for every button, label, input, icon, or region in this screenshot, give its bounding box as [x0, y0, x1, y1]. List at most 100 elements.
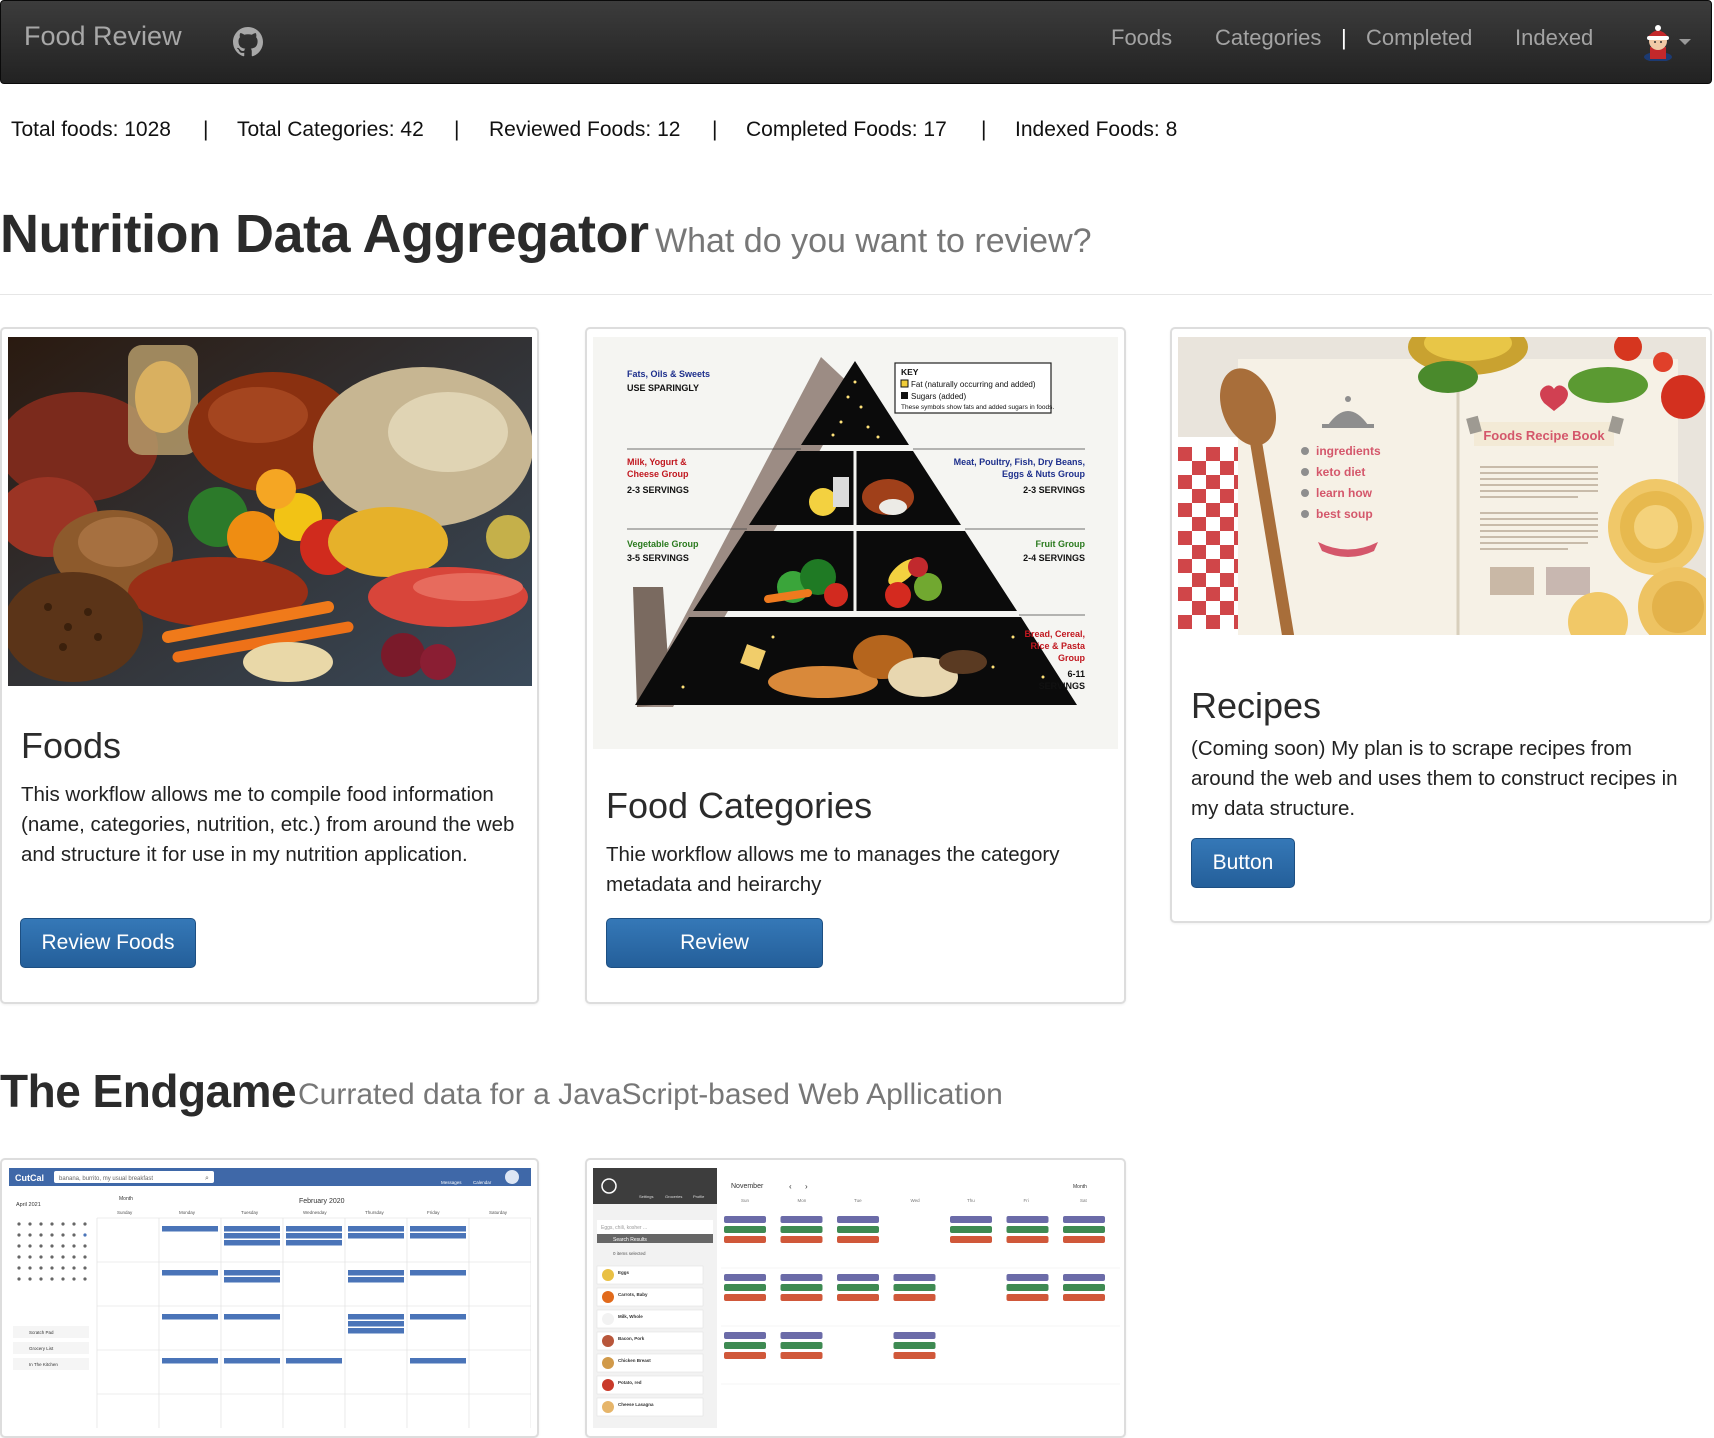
calendar-event — [410, 1233, 466, 1239]
weekday-label: Thu — [967, 1198, 975, 1203]
meal-chip — [837, 1226, 879, 1233]
pyramid-label-bread-3: Group — [1058, 653, 1085, 663]
endgame-subtitle: Currated data for a JavaScript-based Web… — [298, 1078, 1003, 1111]
planner-nav-settings[interactable]: Settings — [639, 1194, 653, 1199]
mini-calendar-day — [72, 1266, 76, 1270]
calendar-event — [348, 1321, 404, 1327]
foods-card: Foods This workflow allows me to compile… — [0, 327, 539, 1004]
mini-calendar-day — [72, 1222, 76, 1226]
meal-chip — [724, 1236, 766, 1243]
meal-chip — [837, 1284, 879, 1291]
chevron-left-icon[interactable]: ‹ — [789, 1182, 792, 1191]
mini-calendar-day — [17, 1266, 21, 1270]
calendar-label[interactable]: Calendar — [473, 1180, 492, 1185]
user-avatar-icon[interactable] — [1641, 23, 1675, 61]
stat-indexed-foods: Indexed Foods: 8 — [1015, 118, 1178, 141]
mini-calendar-day — [83, 1233, 87, 1237]
calendar-event — [286, 1226, 342, 1232]
stat-divider: | — [454, 118, 460, 141]
stat-divider: | — [203, 118, 209, 141]
meal-chip — [724, 1284, 766, 1291]
nav-link-indexed[interactable]: Indexed — [1515, 25, 1593, 51]
view-select[interactable]: Month — [119, 1196, 133, 1202]
meal-chip — [893, 1352, 936, 1359]
calendar-event — [286, 1233, 342, 1239]
search-icon[interactable]: ⌕ — [205, 1175, 209, 1182]
mini-calendar-day — [72, 1233, 76, 1237]
side-item-grocery-list[interactable]: Grocery List — [29, 1346, 54, 1351]
meal-planner-screenshot: Settings Groceries Profile Eggs, chili, … — [593, 1168, 1120, 1428]
calendar-event — [224, 1270, 280, 1276]
chevron-right-icon[interactable]: › — [805, 1182, 808, 1191]
brand-link[interactable]: Food Review — [24, 21, 182, 52]
github-icon[interactable] — [233, 27, 263, 57]
mini-calendar-day — [28, 1244, 32, 1248]
pyramid-key-note: These symbols show fats and added sugars… — [901, 404, 1054, 411]
planner-view-select[interactable]: Month — [1073, 1184, 1087, 1190]
meal-chip — [724, 1342, 766, 1349]
food-thumbnail — [602, 1357, 614, 1369]
mini-calendar-day — [72, 1244, 76, 1248]
side-item-in-the-kitchen[interactable]: In The Kitchen — [29, 1362, 58, 1367]
mini-calendar-day — [50, 1266, 54, 1270]
cutcal-screenshot: CutCal banana, burrito, my usual breakfa… — [9, 1168, 531, 1428]
meal-chip — [1006, 1294, 1049, 1301]
planner-search-input[interactable]: Eggs, chili, kosher ... — [601, 1225, 647, 1231]
review-categories-button[interactable]: Review Categories — [606, 918, 823, 1002]
pyramid-key-title: KEY — [901, 367, 919, 377]
planner-nav-groceries[interactable]: Groceries — [665, 1194, 682, 1199]
meal-planner-screenshot-card: Settings Groceries Profile Eggs, chili, … — [585, 1158, 1126, 1438]
food-name: Chicken Breast — [618, 1358, 651, 1363]
cutcal-search-input[interactable]: banana, burrito, my usual breakfast — [59, 1176, 153, 1182]
messages-label[interactable]: Messages — [441, 1180, 462, 1185]
food-name: Milk, Whole — [618, 1314, 643, 1319]
meal-chip — [893, 1342, 936, 1349]
meal-chip — [780, 1294, 823, 1301]
divider — [0, 294, 1712, 295]
recipes-card-title: Recipes — [1191, 685, 1322, 726]
pyramid-key-sugar: Sugars (added) — [911, 392, 966, 401]
calendar-event — [410, 1226, 466, 1232]
calendar-event — [224, 1226, 280, 1232]
pyramid-serv-vegetable: 3-5 SERVINGS — [627, 553, 689, 563]
meal-chip — [837, 1274, 879, 1281]
mini-calendar-day — [39, 1266, 43, 1270]
mini-calendar-day — [61, 1255, 65, 1259]
side-item-scratch-pad[interactable]: Scratch Pad — [29, 1330, 54, 1335]
nav-link-completed[interactable]: Completed — [1366, 25, 1472, 51]
user-menu-caret-icon[interactable] — [1679, 39, 1691, 45]
nav-link-categories[interactable]: Categories — [1215, 25, 1321, 51]
meal-chip — [1063, 1216, 1105, 1223]
calendar-event — [286, 1240, 342, 1246]
calendar-event — [348, 1226, 404, 1232]
calendar-event — [348, 1314, 404, 1320]
nav-link-foods[interactable]: Foods — [1111, 25, 1172, 51]
mini-calendar-day — [61, 1233, 65, 1237]
pyramid-serv-bread-2: SERVINGS — [1039, 681, 1085, 691]
recipes-card-text: (Coming soon) My plan is to scrape recip… — [1191, 737, 1678, 820]
weekday-label: Monday — [179, 1210, 196, 1215]
endgame-title: The Endgame — [0, 1065, 297, 1117]
recipes-button[interactable]: Button — [1191, 838, 1295, 888]
food-pyramid-image: KEY Fat (naturally occurring and added) … — [593, 337, 1118, 749]
calendar-event — [224, 1314, 280, 1320]
meal-chip — [893, 1274, 936, 1281]
mini-calendar-day — [39, 1233, 43, 1237]
meal-chip — [950, 1226, 992, 1233]
food-thumbnail — [602, 1379, 614, 1391]
planner-nav-profile[interactable]: Profile — [693, 1194, 705, 1199]
weekday-label: Saturday — [489, 1210, 508, 1215]
recipe-book-item: best soup — [1316, 507, 1373, 521]
meal-chip — [1063, 1274, 1105, 1281]
meal-chip — [724, 1352, 766, 1359]
recipes-card: ingredients keto diet learn how best sou… — [1170, 327, 1712, 923]
stat-total-categories: Total Categories: 42 — [237, 118, 424, 141]
review-foods-button[interactable]: Review Foods — [20, 918, 196, 968]
weekday-label: Fri — [1024, 1198, 1029, 1203]
cutcal-screenshot-card: CutCal banana, burrito, my usual breakfa… — [0, 1158, 539, 1438]
food-thumbnail — [602, 1291, 614, 1303]
food-thumbnail — [602, 1313, 614, 1325]
mini-calendar-day — [39, 1277, 43, 1281]
pyramid-serv-bread: 6-11 — [1067, 669, 1085, 679]
weekday-label: Friday — [427, 1210, 440, 1215]
